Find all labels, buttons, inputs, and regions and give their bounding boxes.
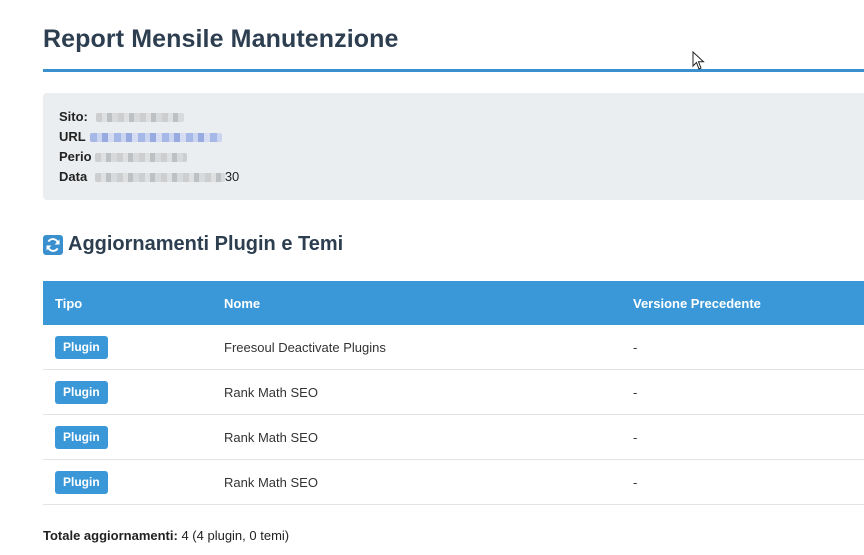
table-header-row: Tipo Nome Versione Precedente [43, 281, 864, 325]
info-label-url: URL [59, 129, 86, 144]
info-row-period: Perio [59, 149, 188, 165]
plugin-name: Rank Math SEO [212, 414, 621, 460]
info-label-period: Perio [59, 149, 92, 164]
updates-section-heading: Aggiornamenti Plugin e Temi [43, 233, 343, 256]
previous-version: - [621, 369, 864, 415]
column-header-nome: Nome [224, 295, 261, 311]
title-divider [43, 69, 864, 72]
info-date-suffix: 30 [224, 169, 240, 184]
section-title: Aggiornamenti Plugin e Temi [68, 233, 344, 255]
mouse-cursor-icon [692, 50, 706, 76]
table-row: Plugin Rank Math SEO - [43, 459, 864, 505]
site-info-box: Sito: URL Perio Data 30 [43, 93, 864, 200]
refresh-icon [43, 234, 63, 255]
redacted-url-link[interactable] [90, 133, 223, 143]
info-label-date: Data [59, 169, 88, 184]
plugin-name: Rank Math SEO [212, 459, 621, 505]
total-value: 4 (4 plugin, 0 temi) [181, 528, 290, 543]
previous-version: - [621, 459, 864, 505]
type-badge: Plugin [55, 380, 108, 404]
previous-version: - [621, 325, 864, 370]
table-row: Plugin Freesoul Deactivate Plugins - [43, 325, 864, 370]
type-badge: Plugin [55, 470, 108, 494]
redacted-value [95, 153, 188, 163]
redacted-value [95, 113, 184, 123]
plugin-name: Freesoul Deactivate Plugins [212, 325, 621, 370]
type-badge: Plugin [55, 335, 108, 359]
table-row: Plugin Rank Math SEO - [43, 369, 864, 415]
page-title: Report Mensile Manutenzione [43, 25, 399, 53]
column-header-versione: Versione Precedente [633, 295, 761, 311]
info-row-site: Sito: [59, 109, 184, 125]
redacted-value [94, 173, 225, 183]
info-row-date: Data 30 [59, 169, 239, 185]
updates-table: Tipo Nome Versione Precedente Plugin Fre… [43, 281, 864, 505]
info-row-url: URL [59, 129, 223, 145]
info-label-site: Sito: [59, 109, 88, 124]
total-label: Totale aggiornamenti: [43, 528, 178, 543]
type-badge: Plugin [55, 425, 108, 449]
updates-total: Totale aggiornamenti: 4 (4 plugin, 0 tem… [43, 528, 289, 543]
plugin-name: Rank Math SEO [212, 369, 621, 415]
previous-version: - [621, 414, 864, 460]
table-row: Plugin Rank Math SEO - [43, 414, 864, 460]
column-header-tipo: Tipo [55, 295, 83, 311]
